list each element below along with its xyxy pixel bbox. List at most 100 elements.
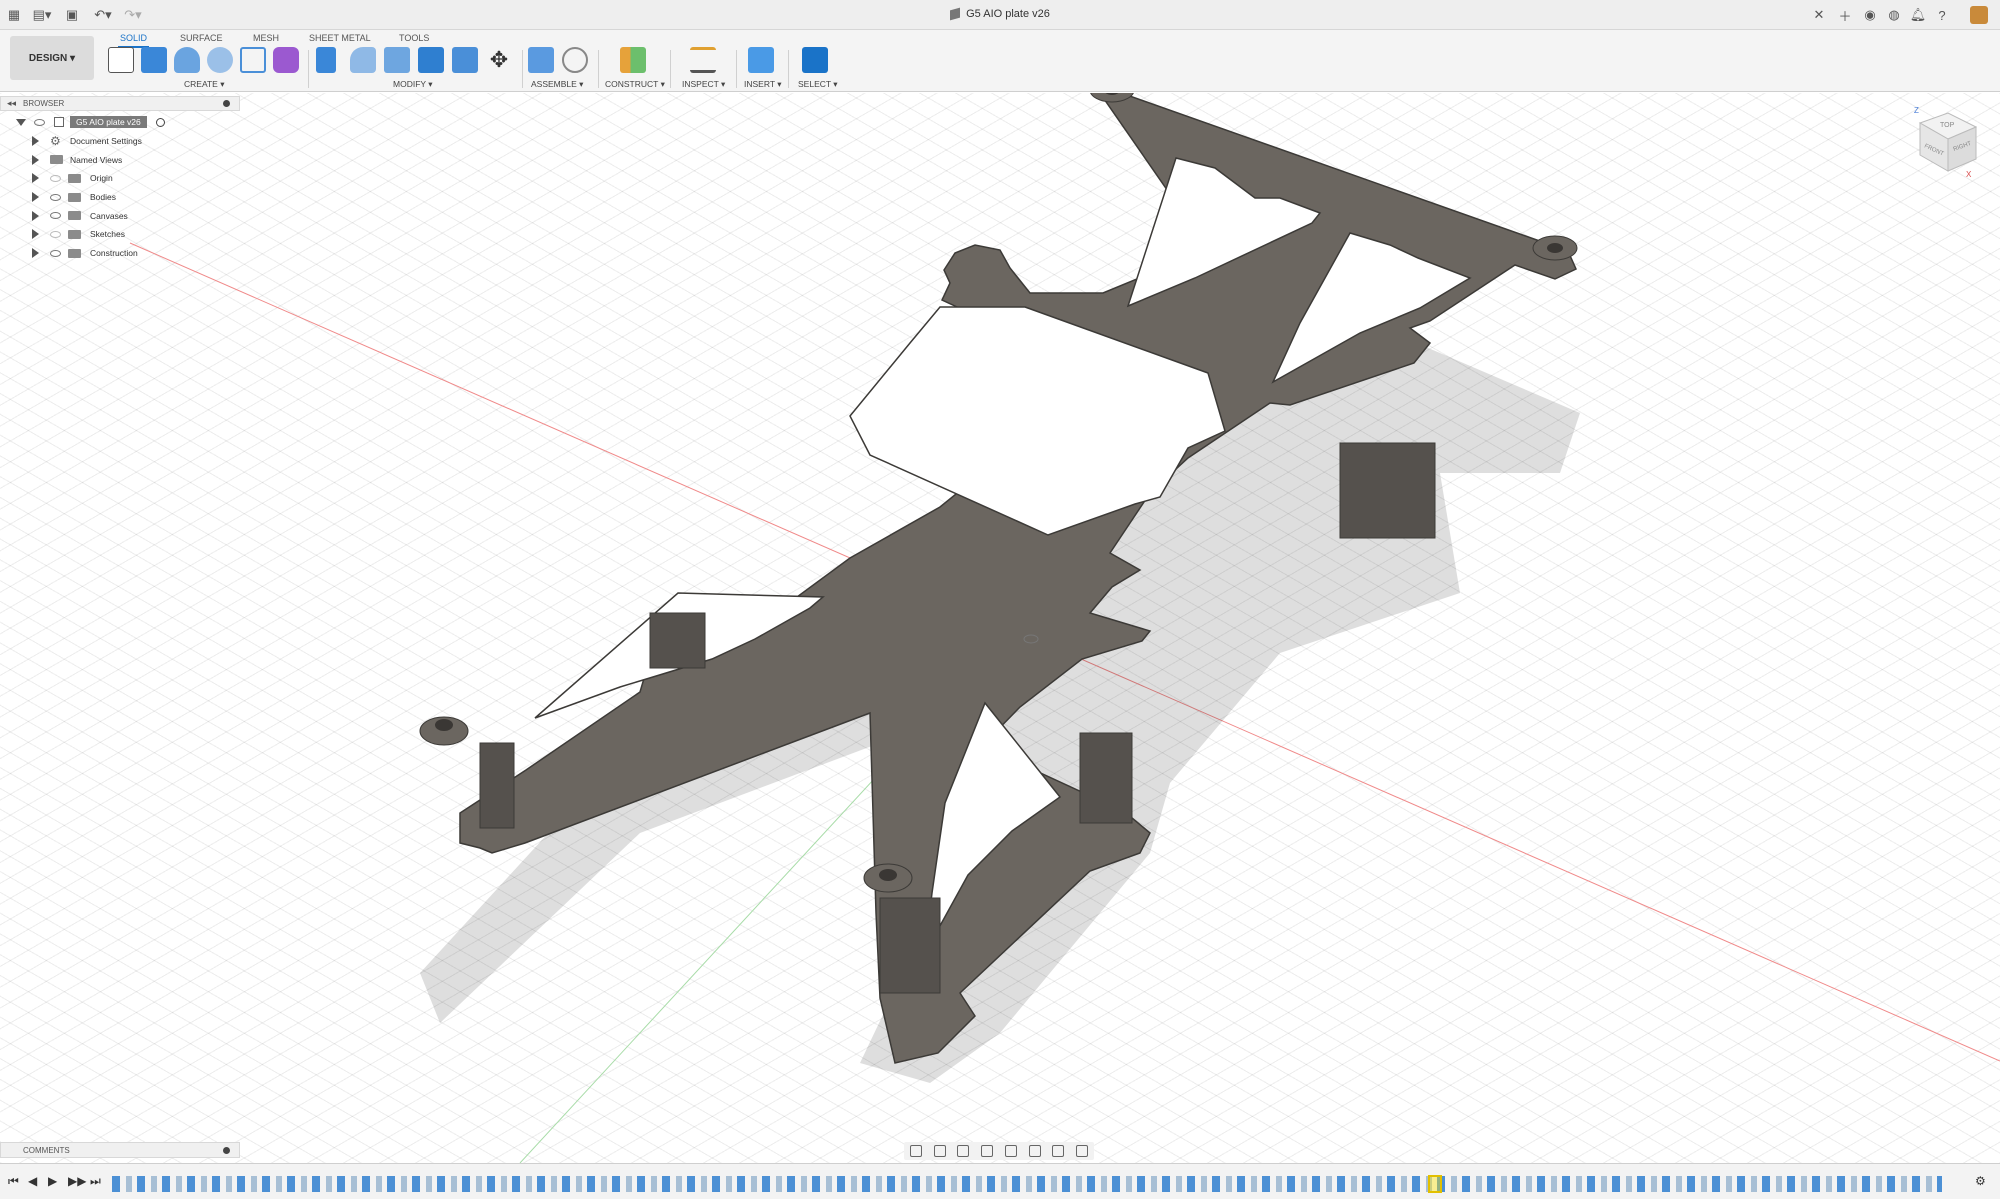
axis-x-label: X [1966, 170, 1972, 179]
axis-z-label: Z [1914, 106, 1919, 115]
fit-icon[interactable] [1004, 1145, 1017, 1157]
browser-item-sketches[interactable]: Sketches [0, 225, 240, 244]
create-group-label[interactable]: CREATE ▾ [184, 79, 224, 90]
grid-settings-icon[interactable] [1052, 1145, 1065, 1157]
visibility-icon[interactable] [50, 230, 61, 238]
job-status-icon[interactable]: ◍ [1886, 6, 1902, 24]
press-pull-icon[interactable] [316, 47, 336, 73]
new-tab-icon[interactable]: ＋ [1836, 6, 1854, 24]
document-title-text: G5 AIO plate v26 [966, 8, 1050, 20]
pan-icon[interactable] [957, 1145, 970, 1157]
mount-hole [1547, 243, 1563, 253]
visibility-icon[interactable] [50, 193, 61, 201]
online-icon[interactable]: ◉ [1862, 6, 1878, 24]
comments-panel[interactable]: COMMENTS [0, 1142, 240, 1158]
timeline-features[interactable] [112, 1176, 1942, 1192]
construct-group-label[interactable]: CONSTRUCT ▾ [605, 79, 665, 90]
step-forward-icon[interactable]: ▶▶ [68, 1174, 86, 1188]
visibility-icon[interactable] [50, 174, 61, 182]
notifications-icon[interactable]: 🔔︎ [1910, 6, 1927, 24]
play-icon[interactable]: ▶ [48, 1174, 57, 1188]
expand-icon[interactable] [32, 210, 39, 221]
document-title: G5 AIO plate v26 [0, 7, 2000, 21]
orbit-icon[interactable] [909, 1145, 922, 1157]
activate-radio-icon[interactable] [156, 117, 165, 127]
model-view[interactable]: TOP FRONT RIGHT Z X [0, 77, 2000, 1164]
viewports-icon[interactable] [1076, 1145, 1089, 1157]
browser-header[interactable]: ◂◂ BROWSER [0, 96, 240, 111]
display-settings-icon[interactable] [1028, 1145, 1041, 1157]
tab-tools[interactable]: TOOLS [397, 30, 431, 46]
move-icon[interactable]: ✥ [486, 47, 512, 73]
measure-icon[interactable] [690, 47, 716, 73]
sweep-icon[interactable] [207, 47, 233, 73]
step-back-icon[interactable]: ◀ [28, 1174, 37, 1188]
save-icon[interactable]: ▣ [64, 6, 80, 24]
combine-icon[interactable] [452, 47, 478, 73]
separator [670, 50, 671, 88]
browser-item-document-settings[interactable]: ⚙ Document Settings [0, 132, 240, 151]
offset-plane-icon[interactable] [620, 47, 646, 73]
browser-item-bodies[interactable]: Bodies [0, 188, 240, 207]
visibility-icon[interactable] [50, 212, 61, 220]
go-to-end-icon[interactable]: ⏭ [90, 1174, 101, 1189]
revolve-icon[interactable] [174, 47, 200, 73]
expand-icon[interactable] [32, 229, 39, 240]
undo-icon[interactable]: ↶▾ [92, 6, 114, 24]
expand-icon[interactable] [32, 136, 39, 147]
collapse-panel-icon[interactable]: ◂◂ [7, 98, 16, 109]
go-to-start-icon[interactable]: ⏮ [8, 1174, 19, 1189]
canvas-viewport[interactable]: TOP FRONT RIGHT Z X [0, 77, 2000, 1164]
user-avatar[interactable] [1970, 6, 1988, 24]
pin-icon[interactable] [223, 100, 230, 107]
shell-icon[interactable] [418, 47, 444, 73]
form-icon[interactable] [273, 47, 299, 73]
browser-item-construction[interactable]: Construction [0, 244, 240, 263]
assemble-group-label[interactable]: ASSEMBLE ▾ [531, 79, 583, 90]
redo-icon[interactable]: ↷▾ [122, 6, 144, 24]
close-tab-icon[interactable]: ✕ [1812, 6, 1826, 24]
workspace-switcher-button[interactable]: DESIGN ▾ [10, 36, 94, 80]
expand-icon[interactable] [32, 173, 39, 184]
expand-icon[interactable] [32, 192, 39, 203]
zoom-icon[interactable] [981, 1145, 994, 1157]
visibility-icon[interactable] [34, 118, 45, 126]
extrude-icon[interactable] [141, 47, 167, 73]
add-comment-icon[interactable] [223, 1146, 230, 1154]
insert-image-icon[interactable] [748, 47, 774, 73]
timeline-marker[interactable] [1428, 1175, 1442, 1193]
tab-mesh[interactable]: MESH [251, 30, 281, 46]
separator [598, 50, 599, 88]
timeline-settings-icon[interactable]: ⚙ [1975, 1174, 1986, 1188]
chamfer-icon[interactable] [384, 47, 410, 73]
expand-icon[interactable] [32, 248, 39, 259]
select-icon[interactable] [802, 47, 828, 73]
inspect-group-label[interactable]: INSPECT ▾ [682, 79, 725, 90]
help-icon[interactable]: ? [1934, 6, 1950, 24]
expand-icon[interactable] [32, 154, 39, 165]
loft-icon[interactable] [240, 47, 266, 73]
grid-icon[interactable]: ▦ [6, 6, 22, 24]
new-component-icon[interactable] [528, 47, 554, 73]
look-at-icon[interactable] [933, 1145, 946, 1157]
view-cube[interactable]: TOP FRONT RIGHT Z X [1914, 106, 1978, 179]
fillet-icon[interactable] [350, 47, 376, 73]
browser-item-named-views[interactable]: Named Views [0, 150, 240, 169]
browser-root-label[interactable]: G5 AIO plate v26 [70, 116, 147, 129]
tab-solid[interactable]: SOLID [118, 30, 150, 48]
tab-sheet-metal[interactable]: SHEET METAL [307, 30, 373, 46]
browser-item-origin[interactable]: Origin [0, 169, 240, 188]
insert-group-label[interactable]: INSERT ▾ [744, 79, 782, 90]
tab-surface[interactable]: SURFACE [178, 30, 225, 46]
leg-standoff [649, 612, 706, 669]
collapse-icon[interactable] [16, 118, 26, 126]
joint-icon[interactable] [562, 47, 588, 73]
visibility-icon[interactable] [50, 249, 61, 257]
browser-item-canvases[interactable]: Canvases [0, 206, 240, 225]
select-group-label[interactable]: SELECT ▾ [798, 79, 838, 90]
browser-root-row[interactable]: G5 AIO plate v26 [0, 113, 240, 132]
browser-item-label: Canvases [90, 210, 128, 221]
modify-group-label[interactable]: MODIFY ▾ [393, 79, 433, 90]
create-sketch-icon[interactable] [108, 47, 134, 73]
file-icon[interactable]: ▤▾ [30, 6, 54, 24]
